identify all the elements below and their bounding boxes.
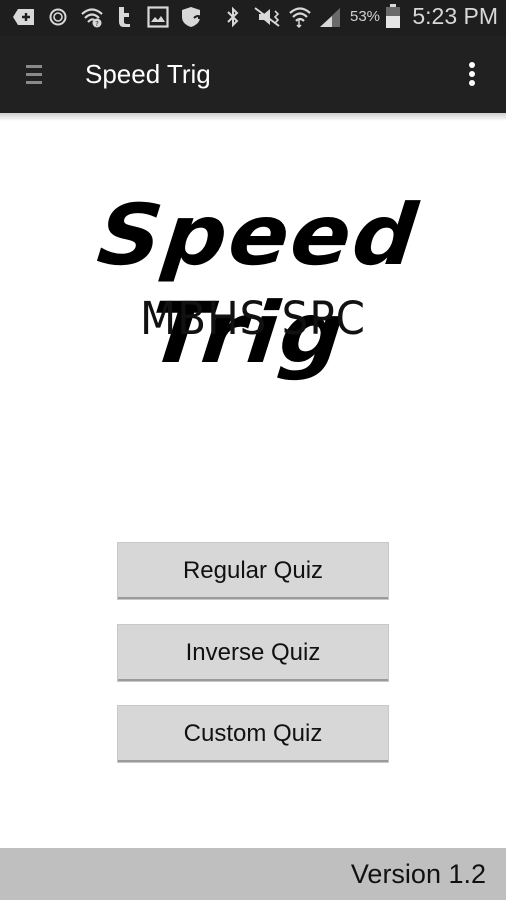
custom-quiz-button[interactable]: Custom Quiz [118, 706, 388, 762]
app-bar-shadow [0, 113, 506, 121]
gallery-icon [147, 6, 169, 28]
app-title: Speed Trig [85, 59, 211, 89]
wifi-icon [288, 6, 312, 28]
bluetooth-icon [225, 6, 241, 28]
add-notification-icon [12, 6, 36, 28]
footer-bar: Version 1.2 [0, 848, 506, 900]
tumblr-icon [116, 6, 134, 28]
circle-notification-icon [48, 6, 68, 28]
status-bar: ? 53% 5:23 PM [0, 0, 506, 36]
shield-sync-icon [180, 6, 206, 28]
logo-subtitle: MBHS SPC [140, 292, 366, 345]
signal-icon [318, 6, 342, 28]
battery-percent: 53% [350, 8, 381, 25]
logo-title: Speed Trig [93, 186, 424, 382]
app-bar [0, 36, 506, 113]
version-label: Version 1.2 [350, 859, 486, 889]
more-vert-icon[interactable] [465, 62, 479, 88]
regular-quiz-button[interactable]: Regular Quiz [118, 543, 388, 599]
inverse-quiz-button[interactable]: Inverse Quiz [118, 625, 388, 681]
wifi-question-icon: ? [80, 6, 104, 28]
battery-icon [385, 4, 401, 28]
hamburger-icon[interactable] [26, 65, 42, 85]
svg-text:?: ? [95, 20, 99, 28]
status-time: 5:23 PM [412, 3, 498, 29]
vibrate-mute-icon [253, 6, 285, 28]
